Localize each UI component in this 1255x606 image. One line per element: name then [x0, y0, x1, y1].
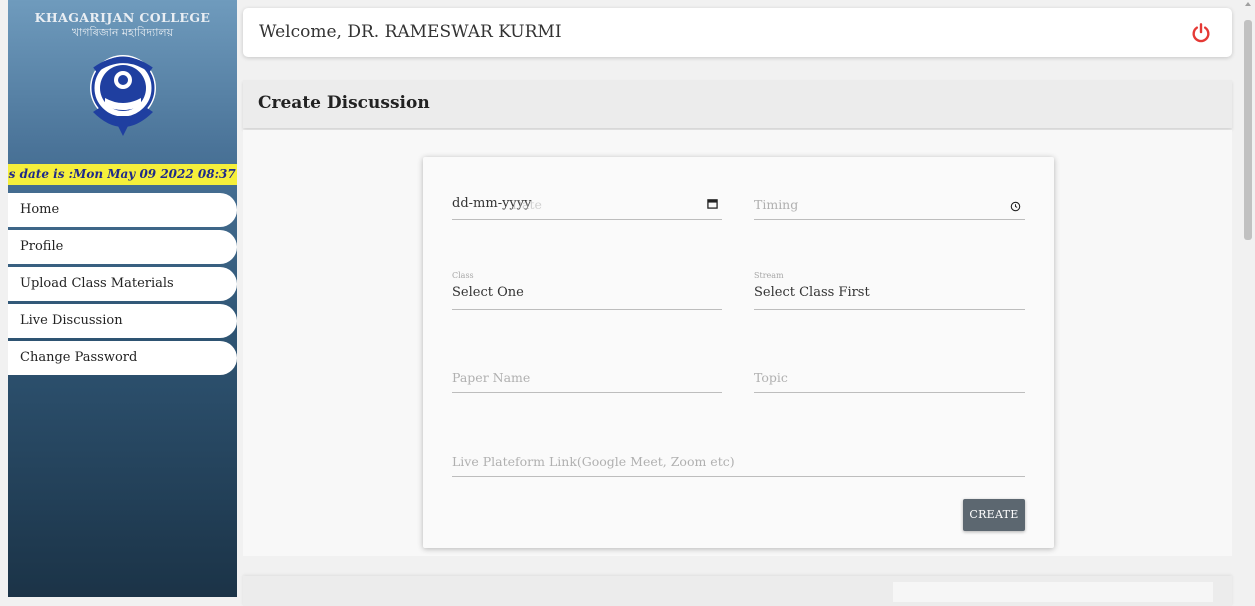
scroll-thumb[interactable]	[1244, 20, 1252, 240]
sidebar-item-label: Change Password	[20, 350, 138, 365]
sidebar-item-label: Live Discussion	[20, 313, 123, 328]
college-logo	[90, 55, 156, 136]
page-title: Create Discussion	[258, 93, 430, 113]
date-field[interactable]: dd-mm-yyyy Date	[452, 189, 722, 220]
sidebar-item-label: Profile	[20, 239, 64, 254]
scroll-up-arrow-icon[interactable]	[1245, 2, 1251, 6]
stream-select[interactable]: Stream Select Class First	[754, 271, 1025, 310]
timing-field[interactable]: Timing	[754, 189, 1025, 220]
sidebar-menu: Home Profile Upload Class Materials Live…	[8, 193, 237, 378]
class-value: Select One	[452, 285, 524, 300]
power-icon[interactable]	[1190, 22, 1212, 44]
sidebar-item-label: Home	[20, 202, 60, 217]
date-placeholder: Date	[512, 197, 542, 212]
topic-input[interactable]: Topic	[754, 362, 1025, 393]
paper-name-input[interactable]: Paper Name	[452, 362, 722, 393]
platform-link-placeholder: Live Plateform Link(Google Meet, Zoom et…	[452, 454, 735, 469]
platform-link-input[interactable]: Live Plateform Link(Google Meet, Zoom et…	[452, 446, 1025, 477]
sidebar-item-profile[interactable]: Profile	[8, 230, 237, 264]
sidebar-item-upload-class-materials[interactable]: Upload Class Materials	[8, 267, 237, 301]
create-button[interactable]: CREATE	[963, 499, 1025, 531]
topic-placeholder: Topic	[754, 370, 788, 385]
date-marquee: 's date is :Mon May 09 2022 08:37	[8, 164, 237, 185]
college-name-assamese: খাগৰিজান মহাবিদ্যালয়	[71, 26, 174, 39]
timing-placeholder: Timing	[754, 197, 799, 212]
sidebar: KHAGARIJAN COLLEGE খাগৰিজান মহাবিদ্যালয়…	[8, 0, 237, 597]
next-section-inner	[893, 582, 1213, 602]
next-section	[243, 576, 1232, 606]
class-select[interactable]: Class Select One	[452, 271, 722, 310]
paper-name-placeholder: Paper Name	[452, 370, 531, 385]
sidebar-item-change-password[interactable]: Change Password	[8, 341, 237, 375]
header-bar: Welcome, DR. RAMESWAR KURMI	[243, 8, 1232, 57]
create-discussion-form: dd-mm-yyyy Date Timing Class Select One …	[423, 157, 1054, 548]
sidebar-item-label: Upload Class Materials	[20, 276, 174, 291]
class-label: Class	[452, 271, 474, 280]
page-scrollbar[interactable]	[1241, 0, 1255, 597]
stream-value: Select Class First	[754, 285, 870, 300]
college-name: KHAGARIJAN COLLEGE	[34, 10, 211, 25]
section-header: Create Discussion	[243, 80, 1232, 128]
welcome-text: Welcome, DR. RAMESWAR KURMI	[259, 22, 562, 42]
date-text: 's date is :Mon May 09 2022 08:37	[8, 167, 236, 181]
clock-icon[interactable]	[1010, 201, 1021, 212]
stream-label: Stream	[754, 271, 784, 280]
calendar-icon[interactable]	[707, 198, 718, 209]
sidebar-item-home[interactable]: Home	[8, 193, 237, 227]
sidebar-item-live-discussion[interactable]: Live Discussion	[8, 304, 237, 338]
